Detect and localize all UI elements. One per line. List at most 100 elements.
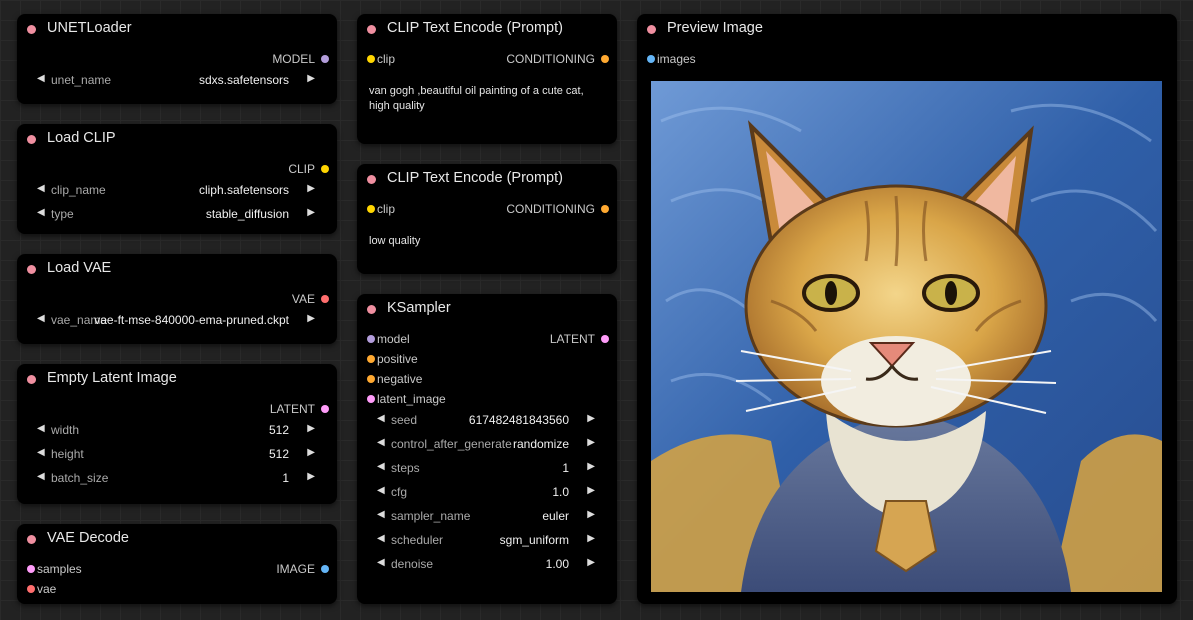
slot-dot[interactable] <box>601 205 609 213</box>
widget-value: sdxs.safetensors <box>198 73 289 87</box>
slot-dot[interactable] <box>367 205 375 213</box>
node-title-bar[interactable]: Load VAE <box>17 254 337 284</box>
widget-name: clip_name <box>51 183 106 197</box>
slot-dot[interactable] <box>321 55 329 63</box>
node-collapse-dot[interactable] <box>27 265 36 274</box>
slot-dot[interactable] <box>367 335 375 343</box>
widget-sampler-name[interactable]: ◀ sampler_name euler ▶ <box>375 506 599 526</box>
widget-clip-name[interactable]: ◀ clip_name cliph.safetensors ▶ <box>35 180 319 200</box>
slot-dot[interactable] <box>321 295 329 303</box>
widget-name: unet_name <box>51 73 112 87</box>
widget-scheduler[interactable]: ◀ scheduler sgm_uniform ▶ <box>375 530 599 550</box>
node-collapse-dot[interactable] <box>27 135 36 144</box>
increment-arrow-icon[interactable]: ▶ <box>307 423 315 434</box>
decrement-arrow-icon[interactable]: ◀ <box>37 423 45 434</box>
slot-label: CONDITIONING <box>506 202 595 216</box>
widget-height[interactable]: ◀ height 512 ▶ <box>35 444 319 464</box>
node-collapse-dot[interactable] <box>647 25 656 34</box>
widget-width[interactable]: ◀ width 512 ▶ <box>35 420 319 440</box>
slot-label: CONDITIONING <box>506 52 595 66</box>
increment-arrow-icon[interactable]: ▶ <box>307 73 315 84</box>
slot-dot[interactable] <box>367 355 375 363</box>
node-collapse-dot[interactable] <box>367 175 376 184</box>
increment-arrow-icon[interactable]: ▶ <box>587 557 595 568</box>
increment-arrow-icon[interactable]: ▶ <box>307 447 315 458</box>
decrement-arrow-icon[interactable]: ◀ <box>37 313 45 324</box>
node-unet-loader[interactable]: UNETLoader MODEL ◀ unet_name sdxs.safete… <box>17 14 337 104</box>
node-collapse-dot[interactable] <box>27 25 36 34</box>
node-clip-text-encode-negative[interactable]: CLIP Text Encode (Prompt) clip CONDITION… <box>357 164 617 274</box>
node-vae-decode[interactable]: VAE Decode samples vae IMAGE <box>17 524 337 604</box>
node-collapse-dot[interactable] <box>27 375 36 384</box>
increment-arrow-icon[interactable]: ▶ <box>587 485 595 496</box>
widget-unet-name[interactable]: ◀ unet_name sdxs.safetensors ▶ <box>35 70 319 90</box>
cat-painting-image <box>651 81 1162 592</box>
node-title-bar[interactable]: CLIP Text Encode (Prompt) <box>357 14 617 44</box>
slot-dot[interactable] <box>601 55 609 63</box>
slot-label: clip <box>377 202 396 216</box>
node-preview-image[interactable]: Preview Image images <box>637 14 1177 604</box>
widget-control-after-generate[interactable]: ◀ control_after_generate randomize ▶ <box>375 434 599 454</box>
slot-dot[interactable] <box>367 55 375 63</box>
widget-value: cliph.safetensors <box>198 183 289 197</box>
node-collapse-dot[interactable] <box>367 305 376 314</box>
decrement-arrow-icon[interactable]: ◀ <box>377 461 385 472</box>
slot-dot[interactable] <box>367 375 375 383</box>
slot-label: VAE <box>291 292 315 306</box>
decrement-arrow-icon[interactable]: ◀ <box>377 557 385 568</box>
node-title-bar[interactable]: KSampler <box>357 294 617 324</box>
slot-dot[interactable] <box>647 55 655 63</box>
widget-batch-size[interactable]: ◀ batch_size 1 ▶ <box>35 468 319 488</box>
increment-arrow-icon[interactable]: ▶ <box>307 313 315 324</box>
widget-seed[interactable]: ◀ seed 617482481843560 ▶ <box>375 410 599 430</box>
slot-dot[interactable] <box>321 405 329 413</box>
increment-arrow-icon[interactable]: ▶ <box>307 471 315 482</box>
node-collapse-dot[interactable] <box>27 535 36 544</box>
increment-arrow-icon[interactable]: ▶ <box>307 183 315 194</box>
node-empty-latent-image[interactable]: Empty Latent Image LATENT ◀ width 512 ▶ … <box>17 364 337 504</box>
slot-dot[interactable] <box>27 565 35 573</box>
widget-denoise[interactable]: ◀ denoise 1.00 ▶ <box>375 554 599 574</box>
widget-type[interactable]: ◀ type stable_diffusion ▶ <box>35 204 319 224</box>
node-title-bar[interactable]: UNETLoader <box>17 14 337 44</box>
decrement-arrow-icon[interactable]: ◀ <box>377 485 385 496</box>
prompt-text-area[interactable]: van gogh ,beautiful oil painting of a cu… <box>369 84 605 114</box>
node-clip-text-encode-positive[interactable]: CLIP Text Encode (Prompt) clip CONDITION… <box>357 14 617 144</box>
decrement-arrow-icon[interactable]: ◀ <box>377 509 385 520</box>
node-title-bar[interactable]: VAE Decode <box>17 524 337 554</box>
decrement-arrow-icon[interactable]: ◀ <box>37 183 45 194</box>
slot-dot[interactable] <box>367 395 375 403</box>
slot-dot[interactable] <box>321 165 329 173</box>
slot-dot[interactable] <box>321 565 329 573</box>
decrement-arrow-icon[interactable]: ◀ <box>37 207 45 218</box>
widget-steps[interactable]: ◀ steps 1 ▶ <box>375 458 599 478</box>
slot-dot[interactable] <box>601 335 609 343</box>
slot-dot[interactable] <box>27 585 35 593</box>
node-collapse-dot[interactable] <box>367 25 376 34</box>
node-ksampler[interactable]: KSampler model positive negative latent_… <box>357 294 617 604</box>
preview-image-canvas[interactable] <box>651 81 1162 592</box>
node-title-bar[interactable]: Empty Latent Image <box>17 364 337 394</box>
widget-vae-name[interactable]: ◀ vae_name vae-ft-mse-840000-ema-pruned.… <box>35 310 319 330</box>
increment-arrow-icon[interactable]: ▶ <box>587 413 595 424</box>
widget-cfg[interactable]: ◀ cfg 1.0 ▶ <box>375 482 599 502</box>
decrement-arrow-icon[interactable]: ◀ <box>37 471 45 482</box>
decrement-arrow-icon[interactable]: ◀ <box>37 73 45 84</box>
node-title-bar[interactable]: Preview Image <box>637 14 1177 44</box>
increment-arrow-icon[interactable]: ▶ <box>307 207 315 218</box>
node-title-bar[interactable]: CLIP Text Encode (Prompt) <box>357 164 617 194</box>
increment-arrow-icon[interactable]: ▶ <box>587 509 595 520</box>
decrement-arrow-icon[interactable]: ◀ <box>377 533 385 544</box>
decrement-arrow-icon[interactable]: ◀ <box>377 413 385 424</box>
increment-arrow-icon[interactable]: ▶ <box>587 533 595 544</box>
node-load-vae[interactable]: Load VAE VAE ◀ vae_name vae-ft-mse-84000… <box>17 254 337 344</box>
node-title-bar[interactable]: Load CLIP <box>17 124 337 154</box>
node-load-clip[interactable]: Load CLIP CLIP ◀ clip_name cliph.safeten… <box>17 124 337 234</box>
slot-label: clip <box>377 52 396 66</box>
widget-name: control_after_generate <box>391 437 512 451</box>
decrement-arrow-icon[interactable]: ◀ <box>377 437 385 448</box>
decrement-arrow-icon[interactable]: ◀ <box>37 447 45 458</box>
increment-arrow-icon[interactable]: ▶ <box>587 437 595 448</box>
prompt-text-area[interactable]: low quality <box>369 234 605 249</box>
increment-arrow-icon[interactable]: ▶ <box>587 461 595 472</box>
